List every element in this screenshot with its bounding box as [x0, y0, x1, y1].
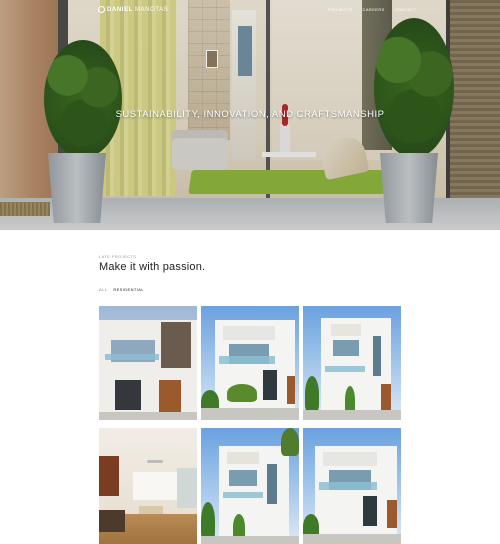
logo-name-light: MANOTAS — [134, 6, 169, 13]
house-railing — [219, 356, 275, 364]
tile-sky — [303, 428, 401, 544]
project-tile[interactable] — [201, 428, 299, 544]
kitchen-room — [99, 428, 197, 544]
kitchen-cabinet — [99, 456, 119, 496]
house-door — [159, 380, 181, 412]
house-window — [229, 470, 257, 486]
house-facade — [99, 320, 197, 420]
house-window — [333, 340, 359, 356]
project-filters: ALL RESIDENTIAL — [99, 287, 401, 292]
hero-tagline: SUSTAINABILITY, INNOVATION, AND CRAFTSMA… — [115, 109, 385, 120]
kitchen-island — [99, 510, 125, 532]
house-door — [287, 376, 295, 404]
site-logo[interactable]: DANIEL MANOTAS — [98, 6, 168, 13]
house-railing — [105, 354, 159, 360]
shrub — [201, 502, 215, 540]
tile-sky — [201, 306, 299, 420]
house-garage — [115, 380, 141, 410]
house-railing — [325, 366, 365, 372]
house-door-glass — [363, 496, 377, 526]
dining-table — [139, 506, 163, 520]
tile-sky — [303, 306, 401, 420]
house-facade — [219, 446, 289, 540]
top-nav: DANIEL MANOTAS Projects Careers Contact — [0, 6, 500, 18]
wood-floor — [99, 514, 197, 544]
project-tile[interactable] — [99, 306, 197, 420]
window — [177, 468, 197, 508]
house-pergola — [227, 452, 259, 464]
house-window-slit — [267, 464, 277, 504]
shrub — [303, 514, 319, 540]
house-window — [229, 344, 269, 364]
shrub — [201, 390, 219, 414]
house-facade — [215, 320, 295, 412]
nav-links: Projects Careers Contact — [328, 7, 417, 12]
shrub — [345, 386, 355, 414]
nav-link-careers[interactable]: Careers — [363, 7, 385, 12]
house-panel — [161, 322, 191, 368]
shrub — [233, 514, 245, 540]
house-door — [387, 500, 397, 528]
tile-ground — [99, 412, 197, 420]
tile-ground — [201, 408, 299, 420]
house-door-glass — [263, 370, 277, 400]
house-facade — [315, 446, 397, 540]
house-door — [381, 384, 391, 410]
house-window — [111, 340, 155, 362]
tile-ground — [303, 534, 401, 544]
pendant-lamp — [147, 460, 163, 463]
project-gallery — [99, 306, 401, 544]
tile-sky — [99, 306, 197, 420]
logo-mark-icon — [98, 6, 105, 13]
tile-ground — [201, 536, 299, 544]
house-facade — [321, 318, 391, 414]
tile-sky — [201, 428, 299, 544]
palm — [281, 428, 299, 456]
hero-banner: DANIEL MANOTAS Projects Careers Contact S… — [0, 0, 500, 230]
section-heading: Make it with passion. — [99, 261, 206, 273]
kitchen-shelves — [133, 472, 177, 500]
house-window — [329, 470, 371, 490]
house-pergola — [323, 452, 377, 466]
project-tile[interactable] — [99, 428, 197, 544]
filter-residential[interactable]: RESIDENTIAL — [113, 287, 144, 292]
house-railing — [319, 482, 377, 490]
shrub — [227, 384, 257, 402]
section-eyebrow: LATE PROJECTS — [99, 254, 137, 259]
house-pergola — [223, 326, 275, 340]
shrub — [305, 376, 319, 412]
nav-link-contact[interactable]: Contact — [395, 7, 417, 12]
logo-name-bold: DANIEL — [107, 6, 133, 13]
house-railing — [223, 492, 263, 498]
nav-link-projects[interactable]: Projects — [328, 7, 353, 12]
house-pergola — [331, 324, 361, 336]
project-tile[interactable] — [303, 428, 401, 544]
filter-all[interactable]: ALL — [99, 287, 107, 292]
projects-section: LATE PROJECTS Make it with passion. ALL … — [99, 254, 401, 292]
project-tile[interactable] — [303, 306, 401, 420]
house-window-slit — [373, 336, 381, 376]
project-tile[interactable] — [201, 306, 299, 420]
tile-ground — [303, 410, 401, 420]
